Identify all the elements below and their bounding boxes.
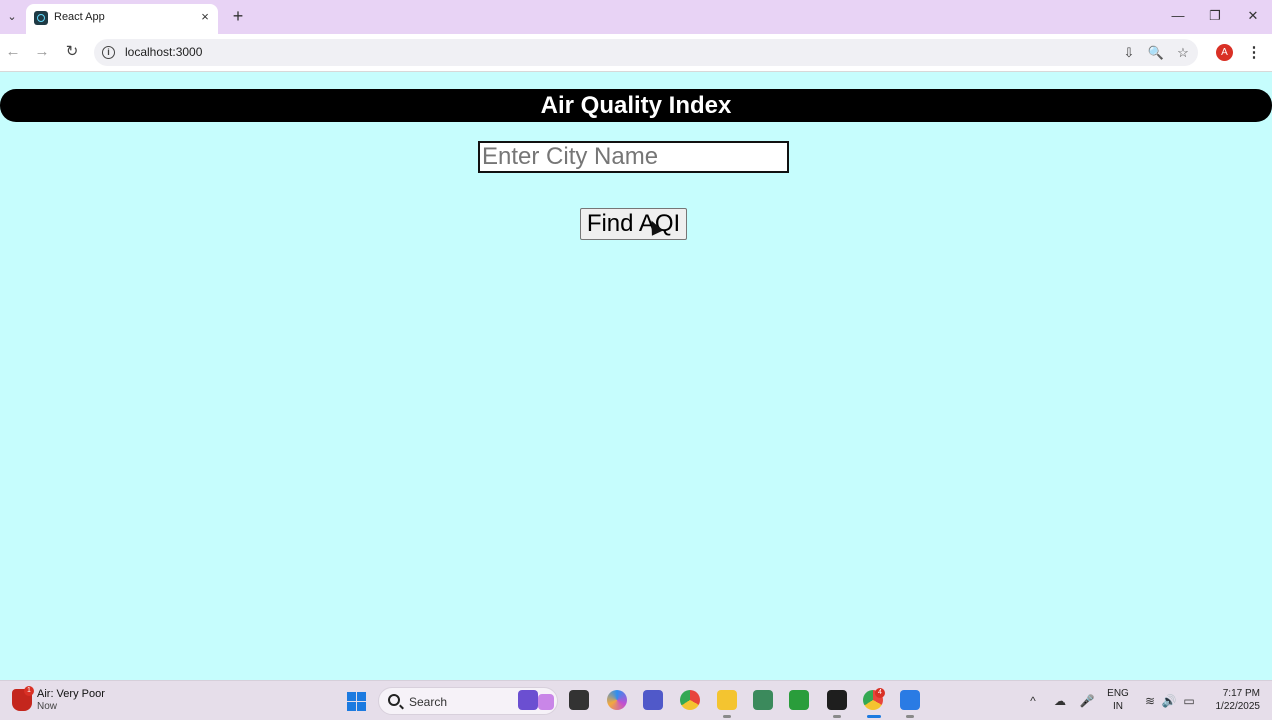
back-button[interactable]: ←: [3, 42, 23, 62]
tab-list-chevron-icon[interactable]: ⌄: [2, 6, 22, 26]
running-indicator: [833, 715, 841, 718]
window-restore-button[interactable]: ❐: [1205, 6, 1225, 26]
tab-title: React App: [54, 11, 105, 23]
clock-time[interactable]: 7:17 PM: [1212, 688, 1260, 699]
language-indicator-line2: IN: [1113, 701, 1123, 712]
profile-avatar[interactable]: A: [1216, 44, 1233, 61]
url-text[interactable]: localhost:3000: [125, 45, 202, 59]
volume-icon[interactable]: 🔊: [1161, 693, 1177, 709]
page-title: Air Quality Index: [540, 92, 732, 119]
battery-icon[interactable]: ▭: [1181, 693, 1197, 709]
running-indicator: [723, 715, 731, 718]
city-name-input[interactable]: [478, 141, 789, 173]
page-header: Air Quality Index: [0, 89, 1272, 122]
chrome-icon[interactable]: [680, 690, 700, 710]
file-explorer-icon[interactable]: [717, 690, 737, 710]
language-indicator-line1[interactable]: ENG: [1104, 688, 1132, 699]
weather-widget-title[interactable]: Air: Very Poor: [37, 688, 105, 700]
taskbar-search-label: Search: [409, 695, 448, 709]
browser-toolbar: ← → ↻ i localhost:3000 ⇩ 🔍 ☆ A ⋮: [0, 34, 1272, 72]
media-app-icon[interactable]: [538, 694, 554, 710]
teams-icon[interactable]: [643, 690, 663, 710]
window-close-button[interactable]: ✕: [1243, 6, 1263, 26]
task-view-icon[interactable]: [569, 690, 589, 710]
windows-taskbar: 1 Air: Very Poor Now Search 4 ^ ☁ 🎤 ENG …: [0, 680, 1272, 720]
tray-overflow-chevron-icon[interactable]: ^: [1025, 693, 1041, 709]
browser-tab[interactable]: React App ×: [26, 4, 218, 34]
network-app-icon[interactable]: [753, 690, 773, 710]
onedrive-cloud-icon[interactable]: ☁: [1052, 693, 1068, 709]
microphone-icon[interactable]: 🎤: [1079, 693, 1095, 709]
browser-tab-bar: ⌄ React App × + — ❐ ✕: [0, 0, 1272, 34]
snipping-tool-icon[interactable]: [900, 690, 920, 710]
running-indicator: [906, 715, 914, 718]
react-favicon-icon: [34, 11, 48, 25]
terminal-icon[interactable]: [827, 690, 847, 710]
active-indicator: [867, 715, 881, 718]
wifi-icon[interactable]: ≋: [1142, 693, 1158, 709]
weather-notification-badge: 1: [24, 686, 34, 696]
image-editor-icon[interactable]: [789, 690, 809, 710]
forward-button[interactable]: →: [32, 42, 52, 62]
zoom-icon[interactable]: 🔍: [1147, 44, 1165, 62]
install-app-icon[interactable]: ⇩: [1120, 44, 1138, 62]
find-aqi-button[interactable]: Find AQI: [580, 208, 687, 240]
new-tab-button[interactable]: +: [229, 6, 247, 26]
chrome-notification-badge: 4: [875, 688, 885, 698]
clock-date[interactable]: 1/22/2025: [1200, 701, 1261, 712]
bookmark-star-icon[interactable]: ☆: [1174, 44, 1192, 62]
site-info-icon[interactable]: i: [102, 46, 115, 59]
reload-button[interactable]: ↻: [62, 42, 82, 62]
copilot-colorful-icon[interactable]: [607, 690, 627, 710]
weather-widget-subtitle: Now: [37, 701, 58, 712]
windows-start-icon[interactable]: [347, 692, 366, 711]
tab-close-icon[interactable]: ×: [198, 10, 212, 24]
browser-menu-icon[interactable]: ⋮: [1246, 43, 1262, 63]
address-bar[interactable]: i localhost:3000 ⇩ 🔍 ☆: [94, 39, 1198, 66]
copilot-app-icon[interactable]: [518, 690, 538, 710]
window-minimize-button[interactable]: —: [1168, 6, 1188, 26]
search-icon: [388, 694, 400, 706]
